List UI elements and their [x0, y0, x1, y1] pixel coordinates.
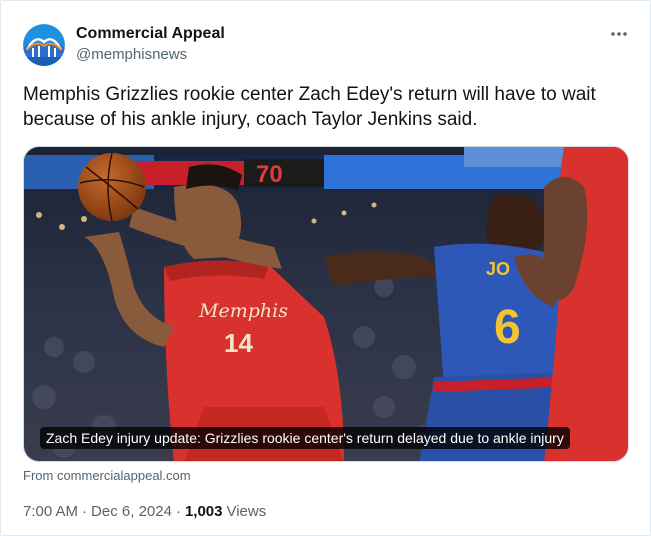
scoreboard-number: 70 [256, 161, 283, 188]
tweet-time[interactable]: 7:00 AM [23, 503, 78, 520]
svg-text:Memphis: Memphis [198, 300, 288, 322]
link-card-caption: Zach Edey injury update: Grizzlies rooki… [40, 427, 570, 449]
meta-separator: · [82, 503, 88, 520]
meta-separator: · [175, 503, 181, 520]
link-source[interactable]: From commercialappeal.com [23, 468, 191, 483]
jersey-name-right: JO [486, 259, 510, 279]
author-avatar[interactable] [23, 24, 65, 66]
tweet-card: Commercial Appeal @memphisnews Memphis G… [0, 0, 651, 536]
link-card-image[interactable]: 70 Memphis 14 JO 6 Zach Edey injury upda… [23, 146, 629, 462]
tweet-date[interactable]: Dec 6, 2024 [91, 503, 172, 520]
commercial-appeal-logo-icon [23, 24, 65, 66]
author-name[interactable]: Commercial Appeal [76, 25, 225, 43]
author-handle[interactable]: @memphisnews [76, 46, 187, 63]
views-label: Views [226, 503, 267, 520]
basketball-photo: 70 Memphis 14 JO 6 [24, 147, 628, 461]
jersey-number-left: 14 [224, 328, 253, 358]
tweet-meta: 7:00 AM · Dec 6, 2024 · 1,003 Views [23, 503, 266, 520]
more-horizontal-icon [611, 32, 627, 36]
tweet-text: Memphis Grizzlies rookie center Zach Ede… [23, 84, 596, 130]
views-count: 1,003 [184, 503, 223, 520]
jersey-number-right: 6 [494, 301, 521, 354]
more-options-button[interactable] [605, 23, 633, 45]
